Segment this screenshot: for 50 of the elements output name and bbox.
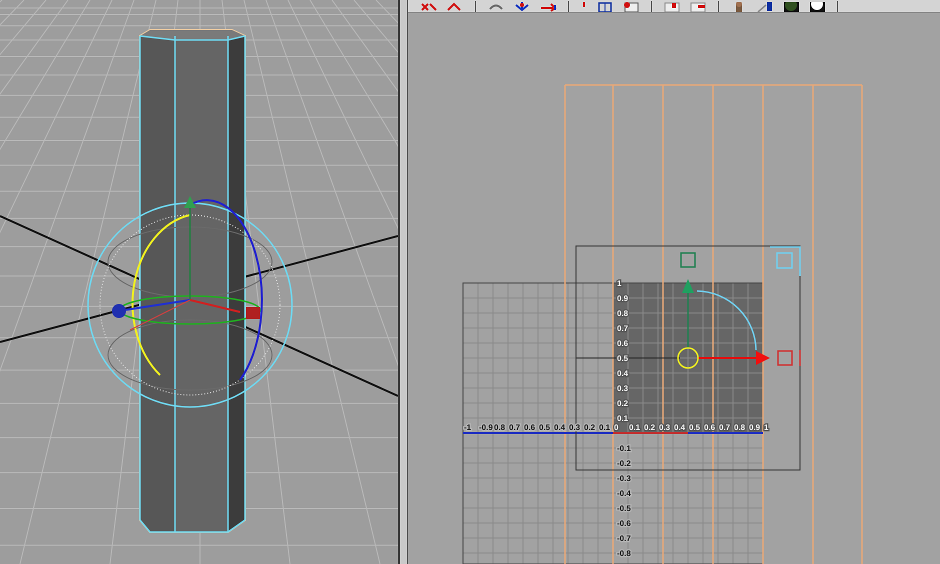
v-axis-tick-label: -0.4 bbox=[617, 489, 631, 498]
v-axis-tick-label: 0.7 bbox=[617, 324, 628, 333]
u-axis-tick-label: 0.1 bbox=[629, 423, 640, 432]
v-axis-tick-label: 0.8 bbox=[617, 309, 628, 318]
u-axis-tick-label: 0.1 bbox=[599, 423, 610, 432]
swap-arrows-icon[interactable] bbox=[539, 2, 557, 12]
u-axis-tick-label: 0.2 bbox=[644, 423, 656, 432]
u-axis-tick-label: 0.6 bbox=[524, 423, 536, 432]
u-axis-tick-label: 0.2 bbox=[584, 423, 596, 432]
u-axis-tick-label: 1 bbox=[764, 423, 768, 432]
layout-icon[interactable] bbox=[689, 2, 707, 12]
u-axis-tick-label: 0.7 bbox=[719, 423, 730, 432]
v-axis-tick-label: 0.2 bbox=[617, 399, 628, 408]
u-axis-tick-label: 0.7 bbox=[509, 423, 520, 432]
u-axis-tick-label: 0.4 bbox=[674, 423, 686, 432]
layout-icon[interactable] bbox=[663, 2, 681, 12]
color-sphere-icon[interactable] bbox=[782, 2, 800, 12]
flip-arrows-icon[interactable] bbox=[420, 2, 438, 12]
v-axis-tick-label: 0.3 bbox=[617, 384, 628, 393]
v-axis-tick-label: 0.4 bbox=[617, 369, 628, 378]
u-axis-tick-label: 0.5 bbox=[539, 423, 550, 432]
v-axis-tick-label: 0.6 bbox=[617, 339, 628, 348]
u-axis-tick-label: -1 bbox=[464, 423, 472, 432]
checker-icon[interactable] bbox=[622, 2, 640, 12]
pen-icon[interactable] bbox=[756, 2, 774, 12]
v-axis-tick-label: -0.2 bbox=[617, 459, 631, 468]
perspective-viewport[interactable] bbox=[0, 0, 398, 564]
u-axis-tick-label: 0.5 bbox=[689, 423, 700, 432]
v-axis-tick-label: -0.7 bbox=[617, 534, 631, 543]
v-axis-tick-label: 0.1 bbox=[617, 414, 628, 423]
sphere-icon[interactable] bbox=[808, 2, 826, 12]
u-axis-tick-label: 0.4 bbox=[554, 423, 566, 432]
u-axis-tick-label: 0.9 bbox=[749, 423, 760, 432]
u-axis-tick-label: 0.8 bbox=[734, 423, 746, 432]
grid-icon[interactable] bbox=[596, 2, 614, 12]
move-manipulator[interactable] bbox=[677, 246, 801, 369]
v-axis-tick-label: 0.5 bbox=[617, 354, 628, 363]
v-axis-tick-label: -0.1 bbox=[617, 444, 631, 453]
u-axis-tick-label: 0.8 bbox=[494, 423, 506, 432]
v-axis-tick-label: -0.8 bbox=[617, 549, 631, 558]
v-axis-tick-label: 0.9 bbox=[617, 294, 628, 303]
v-axis-tick-label: -0.6 bbox=[617, 519, 631, 528]
scatter-arrows-icon[interactable] bbox=[513, 2, 531, 12]
v-axis-tick-label: -0.3 bbox=[617, 474, 631, 483]
v-axis-tick-label: 1 bbox=[617, 279, 622, 288]
u-axis-tick-label: -0.9 bbox=[479, 423, 493, 432]
v-axis-tick-label: -0.5 bbox=[617, 504, 631, 513]
rotate-icon[interactable] bbox=[487, 2, 505, 12]
rotate-manipulator[interactable] bbox=[87, 196, 293, 408]
u-axis-tick-label: 0 bbox=[614, 423, 618, 432]
